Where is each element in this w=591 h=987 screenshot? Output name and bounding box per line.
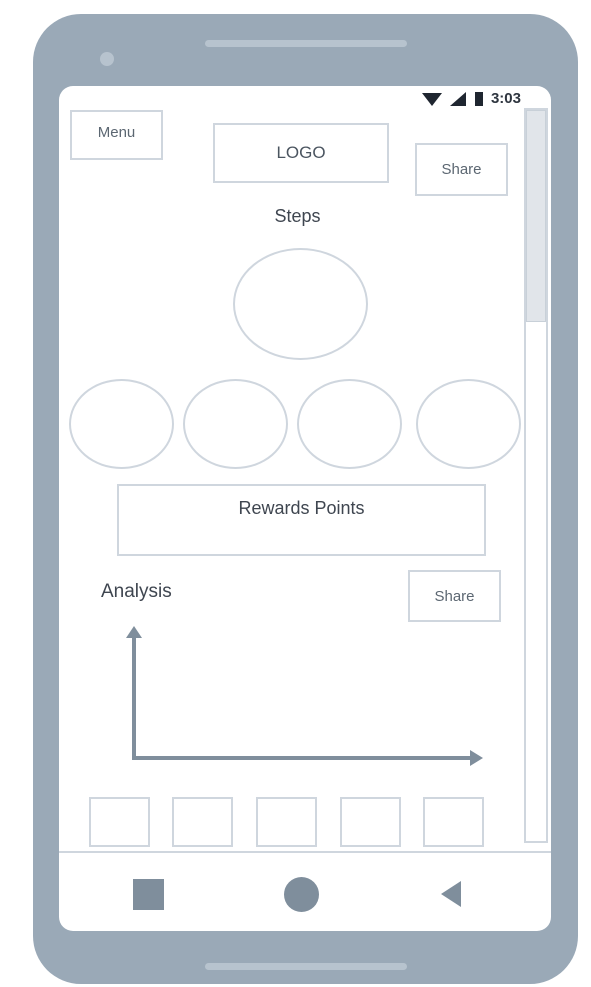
bottom-tab-2[interactable] bbox=[172, 797, 233, 847]
recents-button[interactable] bbox=[133, 879, 164, 910]
bottom-tab-4[interactable] bbox=[340, 797, 401, 847]
scrollbar-thumb[interactable] bbox=[526, 110, 546, 322]
bottom-tab-5[interactable] bbox=[423, 797, 484, 847]
y-axis-arrow-icon bbox=[126, 626, 142, 638]
back-triangle-icon bbox=[441, 881, 461, 907]
back-button[interactable] bbox=[440, 880, 462, 908]
navbar-divider bbox=[59, 851, 551, 853]
circle-icon bbox=[284, 877, 319, 912]
square-icon bbox=[133, 879, 164, 910]
bottom-tab-1[interactable] bbox=[89, 797, 150, 847]
home-button[interactable] bbox=[284, 877, 319, 912]
bottom-tab-3[interactable] bbox=[256, 797, 317, 847]
x-axis-arrow-icon bbox=[470, 750, 483, 766]
